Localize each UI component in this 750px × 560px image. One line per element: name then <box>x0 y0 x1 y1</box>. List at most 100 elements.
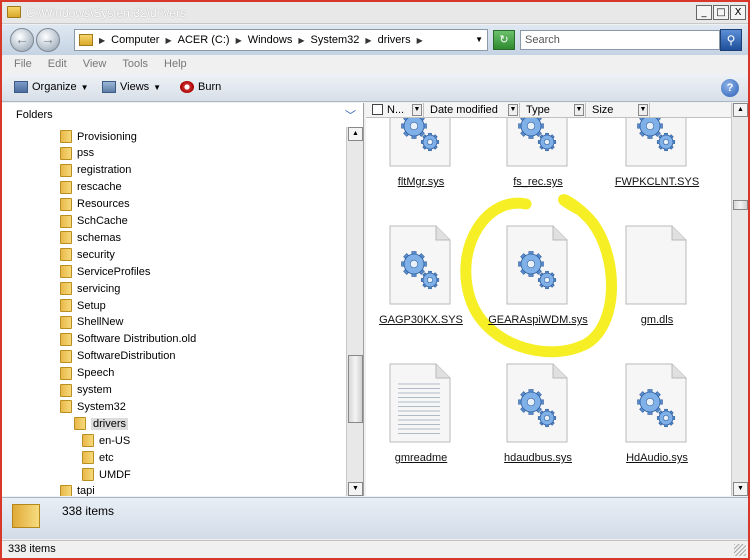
tree-item[interactable]: security <box>60 246 115 263</box>
select-all-checkbox[interactable] <box>372 104 383 115</box>
column-size[interactable]: Size ▼ <box>586 103 650 118</box>
tree-item[interactable]: drivers <box>74 415 129 432</box>
menu-file[interactable]: File <box>14 58 32 71</box>
chevron-down-icon[interactable]: ▼ <box>475 35 483 44</box>
burn-label: Burn <box>198 81 222 93</box>
tree-item[interactable]: servicing <box>60 280 120 297</box>
folder-icon <box>60 248 72 262</box>
menu-view[interactable]: View <box>83 58 107 71</box>
address-bar[interactable]: ▶ Computer ▶ ACER (C:) ▶ Windows ▶ Syste… <box>74 29 488 51</box>
maximize-button[interactable]: □ <box>713 5 729 20</box>
breadcrumb-item[interactable]: System32 <box>311 34 360 47</box>
column-type[interactable]: Type ▼ <box>520 103 586 118</box>
organize-label: Organize <box>32 81 77 93</box>
menu-edit[interactable]: Edit <box>48 58 67 71</box>
resize-grip-icon[interactable] <box>734 544 746 556</box>
views-button[interactable]: Views ▼ <box>102 81 161 93</box>
chevron-right-icon[interactable]: ▶ <box>236 34 242 47</box>
menu-help[interactable]: Help <box>164 58 187 71</box>
tree-item[interactable]: Setup <box>60 297 106 314</box>
folder-icon <box>60 484 72 496</box>
tree-item-label: drivers <box>91 417 129 430</box>
breadcrumb-item[interactable]: drivers <box>378 34 411 47</box>
organize-button[interactable]: Organize ▼ <box>14 81 89 93</box>
chevron-right-icon[interactable]: ▶ <box>365 34 371 47</box>
folder-icon <box>60 383 72 397</box>
title-bar[interactable]: C:\Windows\System32\drivers _ □ X <box>2 2 748 24</box>
chevron-right-icon[interactable]: ▶ <box>99 34 105 47</box>
tree-item[interactable]: en-US <box>82 432 130 449</box>
tree-item-label: en-US <box>99 434 131 447</box>
chevron-down-icon[interactable]: ▼ <box>412 104 422 116</box>
tree-item[interactable]: UMDF <box>82 466 131 483</box>
burn-button[interactable]: Burn <box>180 81 221 93</box>
folder-icon <box>74 417 86 431</box>
breadcrumb: ▶ Computer ▶ ACER (C:) ▶ Windows ▶ Syste… <box>99 34 423 47</box>
refresh-button[interactable]: ↻ <box>493 30 515 50</box>
menu-tools[interactable]: Tools <box>122 58 148 71</box>
close-button[interactable]: X <box>730 5 746 20</box>
folder-icon <box>82 451 94 465</box>
tree-item[interactable]: Software Distribution.old <box>60 331 196 348</box>
folder-icon <box>60 197 72 211</box>
file-icon-grid: fltMgr.sys fs_rec.sys FWPKCLNT.SYS GAGP3… <box>366 118 730 496</box>
tree-item[interactable]: SoftwareDistribution <box>60 348 175 365</box>
gear-file-icon <box>506 363 568 443</box>
tree-item[interactable]: ServiceProfiles <box>60 263 150 280</box>
details-pane: 338 items <box>2 497 748 539</box>
chevron-down-icon[interactable]: ﹀ <box>345 107 356 123</box>
navigation-bar: ← → ▶ Computer ▶ ACER (C:) ▶ Windows ▶ S… <box>2 25 748 55</box>
gear-file-icon <box>389 118 451 167</box>
file-name: gmreadme <box>394 452 448 464</box>
chevron-right-icon[interactable]: ▶ <box>298 34 304 47</box>
folder-icon <box>60 163 72 177</box>
breadcrumb-item[interactable]: Windows <box>248 34 293 47</box>
file-name: HdAudio.sys <box>626 452 688 464</box>
breadcrumb-item[interactable]: ACER (C:) <box>178 34 230 47</box>
tree-item[interactable]: tapi <box>60 483 95 496</box>
help-button[interactable]: ? <box>721 79 739 97</box>
folders-pane: Folders ﹀ Provisioning pss registration res… <box>2 103 364 496</box>
column-date-modified[interactable]: Date modified ▼ <box>424 103 520 118</box>
chevron-down-icon[interactable]: ▼ <box>574 104 584 116</box>
chevron-right-icon[interactable]: ▶ <box>417 34 423 47</box>
folder-icon <box>60 146 72 160</box>
search-button[interactable]: ⚲ <box>720 29 742 51</box>
tree-item[interactable]: system <box>60 382 112 399</box>
scroll-up-button[interactable]: ▲ <box>348 127 363 141</box>
file-view: N... ▼ Date modified ▼ Type ▼ Size ▼ flt… <box>366 103 748 496</box>
breadcrumb-item[interactable]: Computer <box>111 34 159 47</box>
tree-item[interactable]: pss <box>60 145 94 162</box>
scroll-thumb[interactable] <box>348 355 363 423</box>
chevron-down-icon[interactable]: ▼ <box>508 104 518 116</box>
forward-button[interactable]: → <box>36 28 60 52</box>
search-input[interactable]: Search <box>520 30 720 50</box>
tree-item[interactable]: etc <box>82 449 114 466</box>
folders-header[interactable]: Folders ﹀ <box>2 103 364 127</box>
tree-item[interactable]: SchCache <box>60 213 128 230</box>
minimize-button[interactable]: _ <box>696 5 712 20</box>
tree-item[interactable]: System32 <box>60 398 126 415</box>
folder-icon <box>82 434 94 448</box>
tree-item[interactable]: registration <box>60 162 131 179</box>
tree-item[interactable]: ShellNew <box>60 314 123 331</box>
tree-item[interactable]: rescache <box>60 179 122 196</box>
chevron-down-icon[interactable]: ▼ <box>638 104 648 116</box>
back-button[interactable]: ← <box>10 28 34 52</box>
tree-item[interactable]: schemas <box>60 229 121 246</box>
scroll-down-button[interactable]: ▼ <box>348 482 363 496</box>
gear-file-icon <box>625 118 687 167</box>
scroll-up-button[interactable]: ▲ <box>733 103 748 117</box>
scroll-thumb[interactable] <box>733 200 748 210</box>
column-header-row: N... ▼ Date modified ▼ Type ▼ Size ▼ <box>366 103 748 118</box>
folder-scrollbar[interactable]: ▲ ▼ <box>346 127 363 496</box>
scroll-down-button[interactable]: ▼ <box>733 482 748 496</box>
tree-item-label: Setup <box>77 299 106 312</box>
tree-item-label: System32 <box>77 400 126 413</box>
column-name[interactable]: N... ▼ <box>366 103 424 118</box>
file-view-scrollbar[interactable]: ▲ ▼ <box>731 103 748 496</box>
tree-item[interactable]: Provisioning <box>60 128 137 145</box>
tree-item[interactable]: Speech <box>60 365 114 382</box>
chevron-right-icon[interactable]: ▶ <box>165 34 171 47</box>
tree-item[interactable]: Resources <box>60 196 130 213</box>
